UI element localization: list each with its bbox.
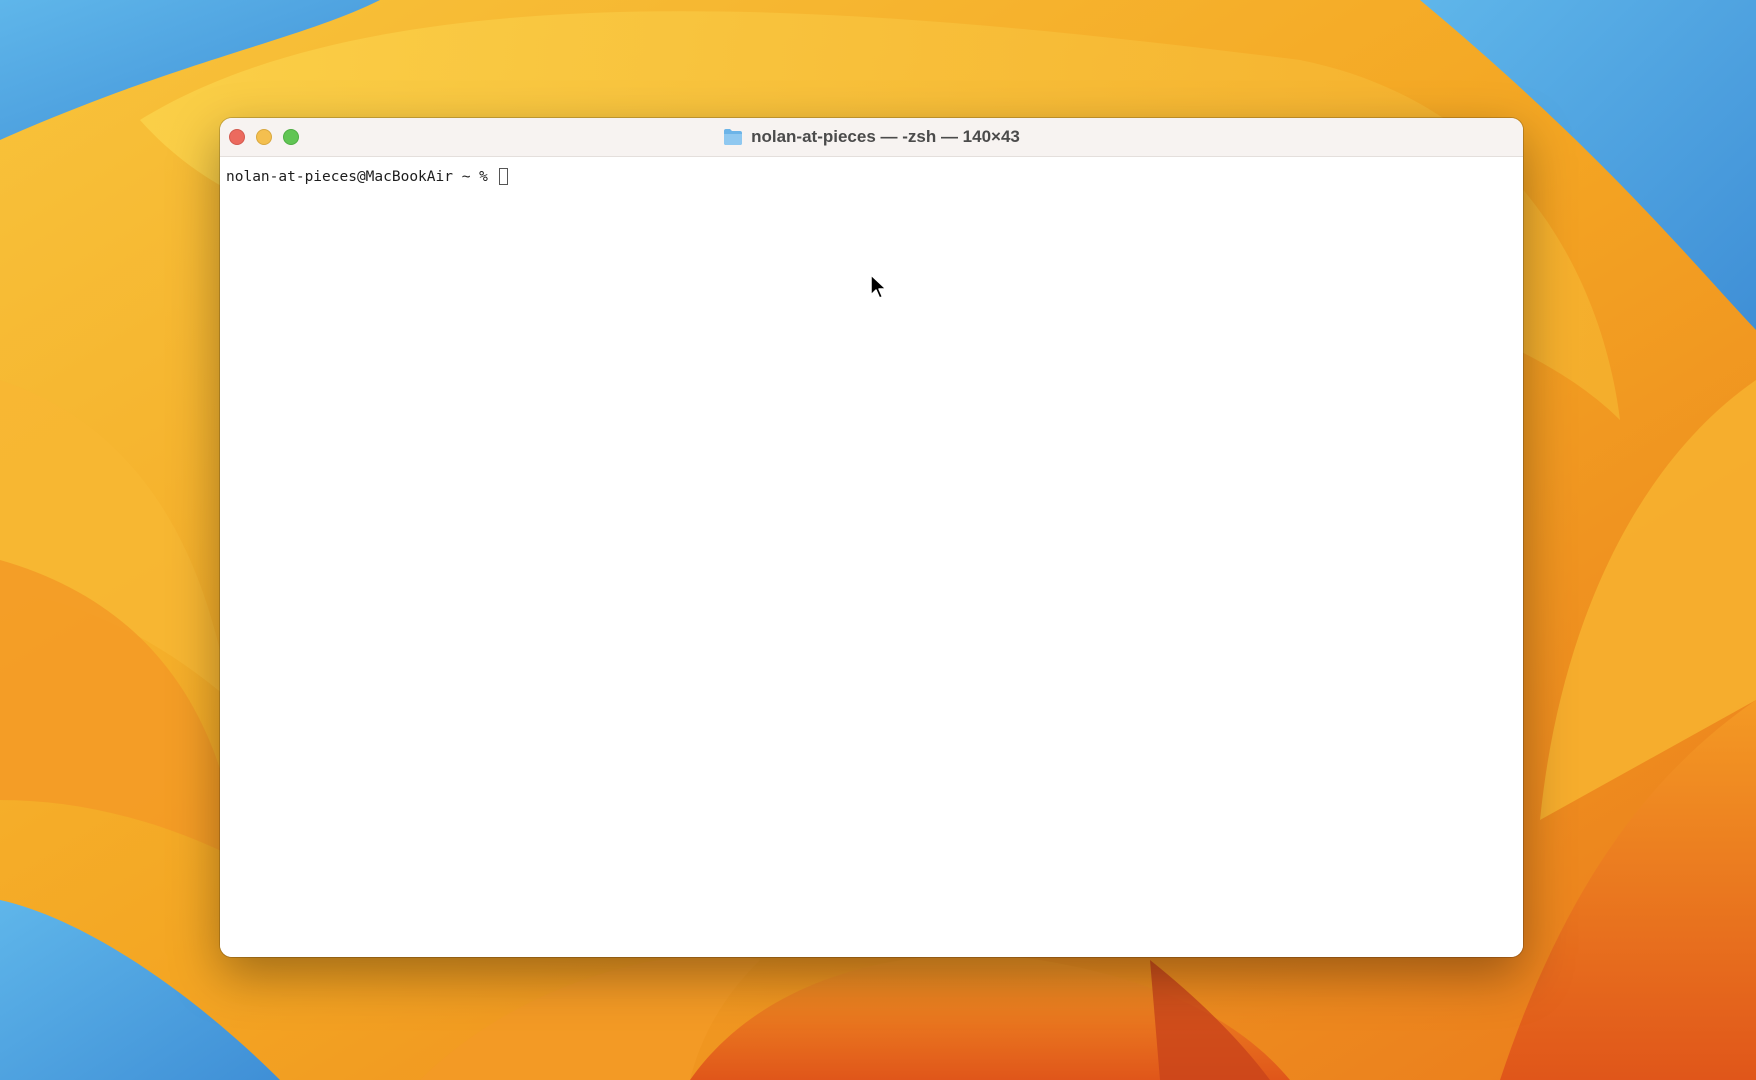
prompt-line: nolan-at-pieces@MacBookAir ~ % — [226, 168, 508, 185]
mouse-pointer-icon — [870, 274, 887, 299]
shell-prompt: nolan-at-pieces@MacBookAir ~ % — [226, 168, 497, 185]
window-title: nolan-at-pieces — -zsh — 140×43 — [751, 127, 1020, 146]
desktop: nolan-at-pieces — -zsh — 140×43 nolan-at… — [0, 0, 1756, 1080]
window-title-group: nolan-at-pieces — -zsh — 140×43 — [220, 118, 1523, 156]
text-cursor — [498, 168, 508, 185]
folder-icon — [724, 129, 743, 145]
terminal-window[interactable]: nolan-at-pieces — -zsh — 140×43 nolan-at… — [220, 118, 1523, 957]
window-titlebar[interactable]: nolan-at-pieces — -zsh — 140×43 — [220, 118, 1523, 157]
